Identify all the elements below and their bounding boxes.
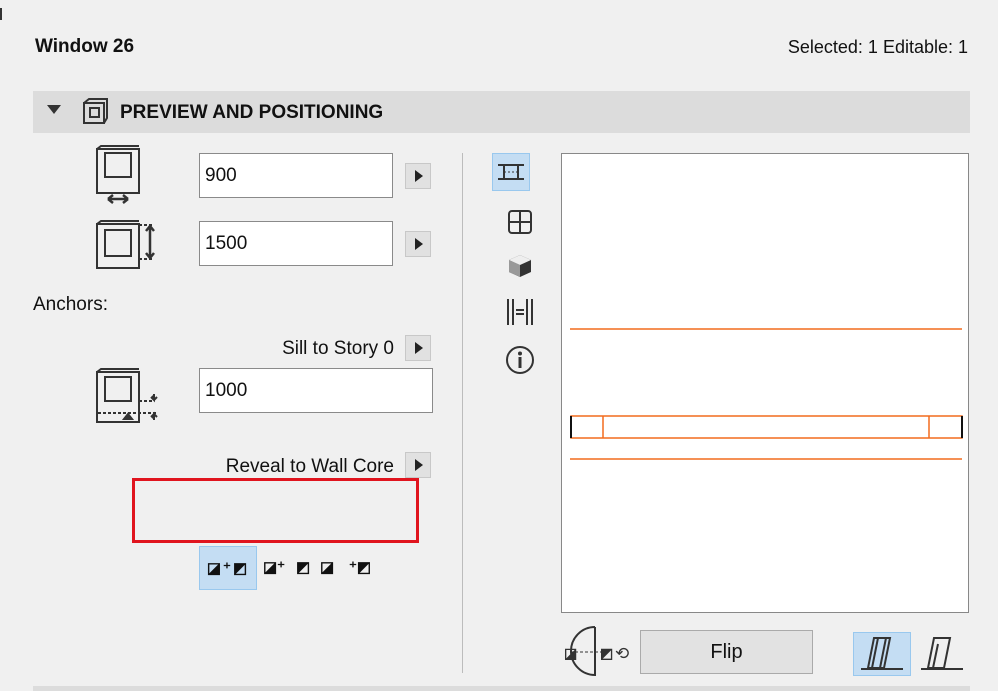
reveal-anchor-button[interactable] — [405, 452, 431, 478]
window-height-icon — [96, 220, 155, 269]
height-options-button[interactable] — [405, 231, 431, 257]
reveal-option-3-button[interactable]: ◩ — [296, 558, 310, 576]
width-options-button[interactable] — [405, 163, 431, 189]
sill-anchor-button[interactable] — [405, 335, 431, 361]
panel-title: Window 26 — [35, 36, 135, 57]
info-icon — [506, 346, 534, 374]
reveal-anchor-label[interactable]: Reveal to Wall Core — [226, 456, 394, 478]
reveal-option-4-button[interactable]: ◪ — [320, 558, 334, 576]
edge-mark — [0, 8, 2, 20]
window-plan-preview — [570, 328, 963, 460]
reveal-both-icon: ◪⁺◩ — [206, 560, 250, 577]
view-section-button[interactable] — [502, 294, 538, 330]
window-width-icon — [96, 145, 140, 204]
collapse-triangle-icon[interactable] — [47, 105, 61, 114]
next-section-edge — [33, 686, 970, 691]
sill-height-icon — [96, 368, 158, 423]
reveal-option-2-button[interactable]: ◪⁺ — [263, 558, 285, 576]
opening-side-2-button[interactable] — [918, 632, 966, 676]
preview-canvas — [561, 153, 969, 613]
flip-button[interactable]: Flip — [640, 630, 813, 674]
view-plan-button[interactable] — [492, 153, 530, 191]
anchors-label: Anchors: — [33, 294, 108, 315]
svg-text:◩: ◩ — [600, 645, 613, 661]
sill-value: 1000 — [205, 379, 248, 401]
sill-anchor-label[interactable]: Sill to Story 0 — [282, 338, 394, 360]
opening-side-1-button[interactable] — [853, 632, 911, 676]
highlight-box — [132, 478, 419, 543]
opening-slant-alt-icon — [921, 637, 963, 670]
panel-divider — [462, 153, 463, 673]
plan-view-icon — [498, 164, 524, 180]
opening-slant-icon — [861, 637, 903, 670]
section-header[interactable]: PREVIEW AND POSITIONING — [33, 91, 970, 133]
section-title: PREVIEW AND POSITIONING — [120, 102, 384, 123]
info-button[interactable] — [502, 342, 538, 378]
height-input[interactable]: 1500 — [199, 221, 393, 266]
height-value: 1500 — [205, 232, 248, 254]
reveal-option-5-button[interactable]: ⁺◩ — [349, 558, 371, 576]
view-elevation-button[interactable] — [502, 204, 538, 240]
svg-text:◪: ◪ — [564, 645, 577, 661]
sill-input[interactable]: 1000 — [199, 368, 433, 413]
flip-label: Flip — [710, 640, 743, 663]
cube-icon — [509, 255, 531, 277]
mirror-rotate-icon[interactable]: ◪ ◩ ⟲ — [562, 625, 632, 680]
width-value: 900 — [205, 164, 237, 186]
view-3d-button[interactable] — [502, 248, 538, 284]
grid-window-icon — [508, 210, 532, 234]
selection-status: Selected: 1 Editable: 1 — [787, 37, 968, 57]
section-film-icon — [507, 299, 533, 325]
width-input[interactable]: 900 — [199, 153, 393, 198]
window-box-icon — [83, 98, 108, 124]
reveal-option-both-button[interactable]: ◪⁺◩ — [199, 546, 257, 590]
svg-text:⟲: ⟲ — [615, 644, 629, 663]
